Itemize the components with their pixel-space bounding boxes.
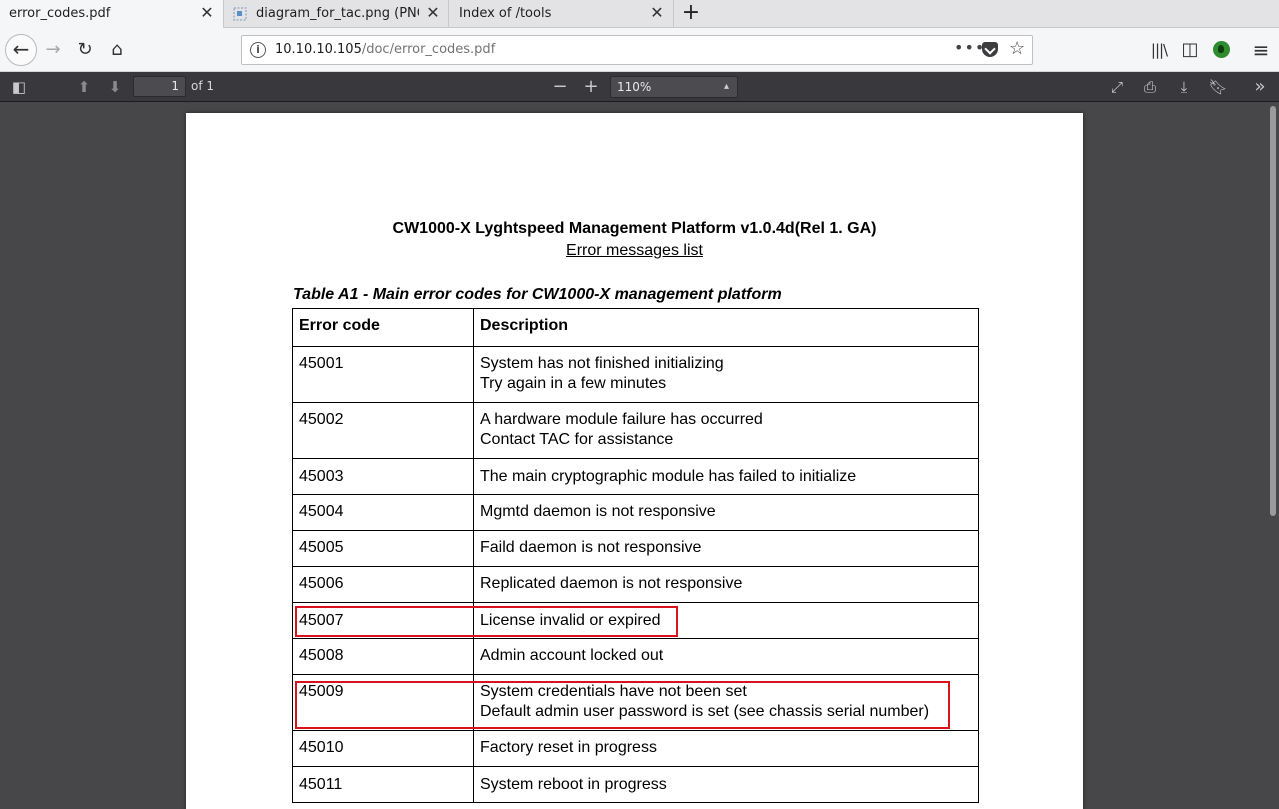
- table-row: 45010 Factory reset in progress: [292, 730, 979, 767]
- table-row: 45006 Replicated daemon is not responsiv…: [292, 566, 979, 603]
- extension-icon[interactable]: [1213, 41, 1230, 58]
- sidebar-toggle-icon[interactable]: ◧: [6, 74, 32, 100]
- description-line: Contact TAC for assistance: [480, 431, 674, 448]
- description-cell: Factory reset in progress: [473, 730, 979, 767]
- tab-error-codes-pdf[interactable]: error_codes.pdf ✕: [0, 0, 224, 28]
- tab-label: diagram_for_tac.png (PNG Image: [256, 6, 419, 21]
- document-title: CW1000-X Lyghtspeed Management Platform …: [392, 220, 877, 237]
- description-cell: A hardware module failure has occurred Co…: [473, 402, 979, 459]
- image-file-icon: [233, 7, 247, 21]
- table-caption: Table A1 - Main error codes for CW1000-X…: [293, 286, 782, 303]
- zoom-value: 110%: [617, 80, 652, 94]
- error-code-cell: 45008: [292, 638, 474, 675]
- sidebar-icon[interactable]: ◫: [1176, 36, 1204, 64]
- hamburger-menu-icon[interactable]: ≡: [1247, 36, 1275, 64]
- description-line: System has not finished initializing: [480, 355, 724, 372]
- pocket-icon[interactable]: [982, 42, 998, 57]
- error-code-cell: 45006: [292, 566, 474, 603]
- table-row: 45002 A hardware module failure has occu…: [292, 402, 979, 459]
- highlight-box-45007: [295, 606, 678, 637]
- url-host: 10.10.10.105: [275, 42, 362, 57]
- scrollbar-thumb[interactable]: [1270, 106, 1276, 516]
- table-row: 45003 The main cryptographic module has …: [292, 458, 979, 495]
- page-number-input[interactable]: 1: [133, 76, 186, 97]
- page-count: of 1: [191, 79, 215, 93]
- description-cell: Replicated daemon is not responsive: [473, 566, 979, 603]
- home-button[interactable]: ⌂: [103, 36, 131, 64]
- error-code-cell: 45003: [292, 458, 474, 495]
- pdf-page: CW1000-X Lyghtspeed Management Platform …: [186, 113, 1083, 809]
- pdf-toolbar: ◧ ⬆ ⬇ 1 of 1 − + 110% ▴▾ ⤢ ⎙ ⤓ 🔖︎ »: [0, 72, 1279, 112]
- header-error-code: Error code: [292, 308, 474, 347]
- navigation-toolbar: ← → ↻ ⌂ i 10.10.10.105/doc/error_codes.p…: [0, 28, 1279, 72]
- back-button[interactable]: ←: [5, 34, 37, 66]
- info-icon[interactable]: i: [250, 42, 266, 58]
- forward-button[interactable]: →: [39, 36, 67, 64]
- new-tab-button[interactable]: +: [680, 2, 702, 25]
- description-cell: Admin account locked out: [473, 638, 979, 675]
- document-bookmark-icon[interactable]: 🔖︎: [1205, 74, 1231, 100]
- tab-diagram-png[interactable]: diagram_for_tac.png (PNG Image ✕: [225, 0, 449, 28]
- print-icon[interactable]: ⎙: [1137, 74, 1163, 100]
- tab-index-of-tools[interactable]: Index of /tools ✕: [450, 0, 674, 28]
- presentation-mode-icon[interactable]: ⤢: [1104, 74, 1130, 100]
- header-description: Description: [473, 308, 979, 347]
- url-path: /doc/error_codes.pdf: [361, 42, 496, 57]
- tab-label: error_codes.pdf: [9, 6, 111, 21]
- next-page-icon[interactable]: ⬇: [102, 74, 128, 100]
- vertical-scrollbar[interactable]: [1267, 102, 1279, 809]
- error-code-cell: 45005: [292, 530, 474, 567]
- table-row: 45004 Mgmtd daemon is not responsive: [292, 494, 979, 531]
- zoom-select[interactable]: 110% ▴▾: [610, 76, 738, 112]
- close-icon[interactable]: ✕: [647, 3, 667, 23]
- tab-label: Index of /tools: [459, 6, 552, 21]
- zoom-in-icon[interactable]: +: [578, 74, 604, 100]
- table-row: 45011 System reboot in progress: [292, 766, 979, 803]
- description-line: Try again in a few minutes: [480, 375, 667, 392]
- error-code-cell: 45010: [292, 730, 474, 767]
- description-cell: The main cryptographic module has failed…: [473, 458, 979, 495]
- tools-chevron-icon[interactable]: »: [1247, 74, 1273, 100]
- table-row: 45001 System has not finished initializi…: [292, 346, 979, 403]
- description-cell: System has not finished initializing Try …: [473, 346, 979, 403]
- tab-strip: error_codes.pdf ✕ diagram_for_tac.png (P…: [0, 0, 1279, 28]
- close-icon[interactable]: ✕: [197, 3, 217, 23]
- highlight-box-45009: [295, 681, 950, 729]
- table-header-row: Error code Description: [292, 308, 979, 347]
- page-actions-icon[interactable]: •••: [954, 38, 985, 57]
- url-text[interactable]: 10.10.10.105/doc/error_codes.pdf: [275, 42, 495, 57]
- error-code-cell: 45002: [292, 402, 474, 459]
- bookmark-star-icon[interactable]: ☆: [1009, 38, 1025, 60]
- download-icon[interactable]: ⤓: [1171, 74, 1197, 100]
- pdf-viewer[interactable]: CW1000-X Lyghtspeed Management Platform …: [0, 102, 1279, 809]
- error-code-cell: 45001: [292, 346, 474, 403]
- description-cell: Mgmtd daemon is not responsive: [473, 494, 979, 531]
- subtitle-text: Error messages list: [566, 242, 703, 259]
- reload-button[interactable]: ↻: [71, 36, 99, 64]
- description-cell: Faild daemon is not responsive: [473, 530, 979, 567]
- library-icon[interactable]: |||\: [1145, 36, 1173, 64]
- document-subtitle: Error messages list: [186, 242, 1083, 260]
- error-code-cell: 45011: [292, 766, 474, 803]
- description-line: A hardware module failure has occurred: [480, 411, 763, 428]
- url-bar[interactable]: i 10.10.10.105/doc/error_codes.pdf ••• ☆: [241, 35, 1033, 65]
- zoom-out-icon[interactable]: −: [547, 74, 573, 100]
- error-code-cell: 45004: [292, 494, 474, 531]
- description-cell: System reboot in progress: [473, 766, 979, 803]
- previous-page-icon[interactable]: ⬆: [71, 74, 97, 100]
- table-row: 45008 Admin account locked out: [292, 638, 979, 675]
- table-row: 45005 Faild daemon is not responsive: [292, 530, 979, 567]
- close-icon[interactable]: ✕: [423, 3, 443, 23]
